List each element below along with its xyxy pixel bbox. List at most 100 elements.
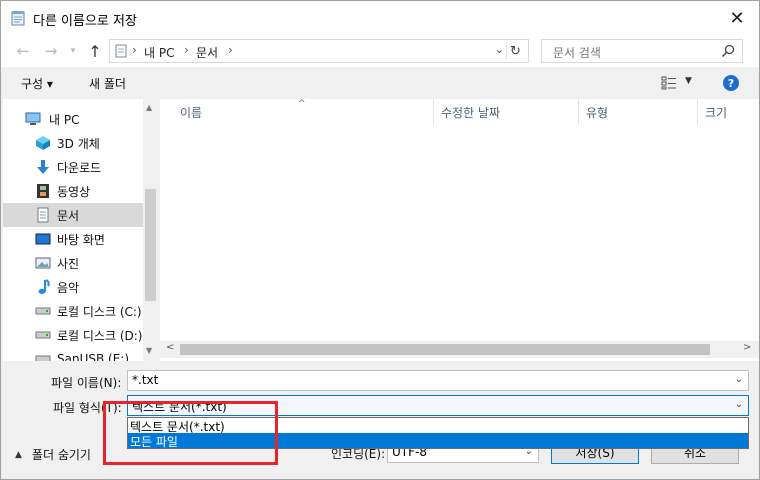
sidebar-item-drive-d[interactable]: 로컬 디스크 (D:): [3, 323, 143, 347]
sidebar-item-label: 3D 개체: [57, 136, 100, 151]
help-icon: ?: [727, 76, 735, 90]
column-header-name[interactable]: 이름: [180, 99, 202, 125]
breadcrumb-separator: ›: [184, 43, 189, 57]
hide-folders-toggle[interactable]: ▲ 폴더 숨기기: [15, 446, 91, 463]
sidebar-item-label: SanUSB (E:): [57, 352, 130, 361]
computer-icon: [25, 112, 41, 125]
picture-icon: [35, 257, 51, 269]
close-button[interactable]: ✕: [723, 5, 751, 31]
chevron-down-icon: ⌄: [494, 43, 504, 56]
search-icon: [721, 44, 735, 58]
filename-field[interactable]: *.txt ⌄: [127, 370, 749, 391]
sidebar-item-label: 사진: [57, 256, 80, 271]
desktop-icon: [35, 233, 51, 245]
column-divider[interactable]: [578, 99, 579, 125]
organize-button[interactable]: 구성 ▾: [21, 75, 53, 92]
sidebar-item-label: 내 PC: [49, 112, 80, 127]
chevron-down-icon: ▾: [70, 46, 76, 56]
search-placeholder: 문서 검색: [553, 46, 601, 60]
address-bar[interactable]: › 내 PC › 문서 › ⌄ ↻: [109, 39, 529, 63]
sidebar-item-videos[interactable]: 동영상: [3, 179, 143, 203]
chevron-up-icon: ▲: [15, 449, 22, 460]
arrow-up-icon: ↑: [88, 41, 102, 61]
chevron-down-icon[interactable]: ⌄: [735, 399, 743, 410]
up-button[interactable]: ↑: [85, 41, 105, 61]
filename-value: *.txt: [132, 373, 159, 387]
breadcrumb-separator: ›: [132, 43, 137, 57]
download-arrow-icon: [37, 160, 49, 174]
close-icon: ✕: [729, 7, 745, 29]
sidebar-item-usb-e[interactable]: SanUSB (E:): [3, 347, 143, 361]
filetype-option-all-files[interactable]: 모든 파일: [128, 433, 748, 449]
sidebar-item-documents[interactable]: 문서: [3, 203, 143, 227]
back-button[interactable]: ←: [13, 41, 33, 61]
notepad-icon: [11, 11, 25, 26]
navigation-bar: ← → ▾ ↑ › 내 PC › 문서 › ⌄ ↻ 문서 검색: [1, 35, 759, 67]
music-note-icon: [38, 279, 50, 294]
sidebar-item-label: 다운로드: [57, 160, 102, 175]
refresh-button[interactable]: ↻: [506, 42, 524, 60]
sidebar-item-downloads[interactable]: 다운로드: [3, 155, 143, 179]
column-divider[interactable]: [433, 99, 434, 125]
address-history-dropdown[interactable]: ⌄: [495, 43, 504, 56]
breadcrumb-item-documents[interactable]: 문서: [196, 44, 218, 61]
search-box[interactable]: 문서 검색: [541, 39, 743, 63]
column-header-type[interactable]: 유형: [586, 99, 608, 125]
breadcrumb-item-this-pc[interactable]: 내 PC: [144, 44, 174, 61]
scroll-left-arrow-icon[interactable]: <: [166, 342, 174, 353]
filename-label: 파일 이름(N):: [51, 376, 122, 390]
save-as-dialog: 다른 이름으로 저장 ✕ ← → ▾ ↑ › 내 PC › 문서 › ⌄ ↻ 문…: [0, 0, 760, 480]
sidebar-item-label: 로컬 디스크 (D:): [57, 328, 143, 343]
column-header-label: 수정한 날짜: [441, 105, 501, 120]
usb-drive-icon: [35, 355, 51, 361]
sidebar-item-pictures[interactable]: 사진: [3, 251, 143, 275]
column-header-label: 이름: [180, 105, 203, 120]
document-location-icon: [115, 44, 127, 58]
file-list-pane: ^ 이름 수정한 날짜 유형 크기 < >: [160, 99, 759, 361]
sidebar-item-this-pc[interactable]: 내 PC: [3, 107, 143, 131]
sidebar-item-3d-objects[interactable]: 3D 개체: [3, 131, 143, 155]
sidebar-item-label: 로컬 디스크 (C:): [57, 304, 142, 319]
sidebar-item-desktop[interactable]: 바탕 화면: [3, 227, 143, 251]
chevron-down-icon[interactable]: ⌄: [735, 374, 743, 385]
document-icon: [37, 207, 49, 223]
hide-folders-label: 폴더 숨기기: [31, 448, 91, 462]
arrow-right-icon: →: [44, 42, 58, 60]
column-header-date-modified[interactable]: 수정한 날짜: [441, 99, 500, 125]
navigation-pane: 내 PC 3D 개체 다운로드 동영상 문서 바탕 화면 사진 음악 로컬 디스…: [3, 99, 158, 361]
sidebar-item-label: 음악: [57, 280, 80, 295]
scroll-right-arrow-icon[interactable]: >: [743, 342, 751, 353]
cube-3d-icon: [36, 136, 50, 150]
help-button[interactable]: ?: [723, 75, 739, 91]
view-options-icon[interactable]: [661, 76, 677, 90]
filetype-dropdown-list: 텍스트 문서(*.txt) 모든 파일: [127, 417, 749, 449]
drive-icon: [35, 307, 51, 315]
column-divider[interactable]: [697, 99, 698, 125]
recent-locations-button[interactable]: ▾: [63, 41, 83, 61]
column-header-label: 크기: [705, 105, 728, 120]
sidebar-item-music[interactable]: 음악: [3, 275, 143, 299]
new-folder-button[interactable]: 새 폴더: [89, 75, 126, 92]
column-header-size[interactable]: 크기: [705, 99, 727, 125]
title-bar: 다른 이름으로 저장 ✕: [1, 1, 759, 35]
scrollbar-thumb[interactable]: [145, 189, 156, 301]
drive-icon: [35, 331, 51, 339]
scrollbar-thumb[interactable]: [180, 344, 710, 355]
filetype-option-txt[interactable]: 텍스트 문서(*.txt): [128, 418, 748, 434]
sidebar-item-label: 동영상: [57, 184, 91, 199]
arrow-left-icon: ←: [16, 42, 30, 60]
filetype-value: 텍스트 문서(*.txt): [132, 400, 227, 414]
filetype-label: 파일 형식(T):: [53, 401, 122, 415]
scroll-down-arrow-icon[interactable]: ▼: [146, 346, 152, 355]
file-list-horizontal-scrollbar[interactable]: < >: [160, 341, 759, 358]
filetype-select[interactable]: 텍스트 문서(*.txt) ⌄: [127, 395, 749, 416]
sidebar-item-drive-c[interactable]: 로컬 디스크 (C:): [3, 299, 143, 323]
refresh-icon: ↻: [510, 43, 521, 59]
sidebar-item-label: 바탕 화면: [57, 232, 105, 247]
forward-button[interactable]: →: [41, 41, 61, 61]
sort-ascending-icon: ^: [298, 99, 306, 109]
sidebar-item-label: 문서: [57, 208, 80, 223]
scroll-up-arrow-icon[interactable]: ▲: [146, 103, 152, 112]
navigation-pane-scrollbar[interactable]: ▲ ▼: [143, 99, 158, 361]
chevron-down-icon[interactable]: ▼: [685, 76, 692, 86]
